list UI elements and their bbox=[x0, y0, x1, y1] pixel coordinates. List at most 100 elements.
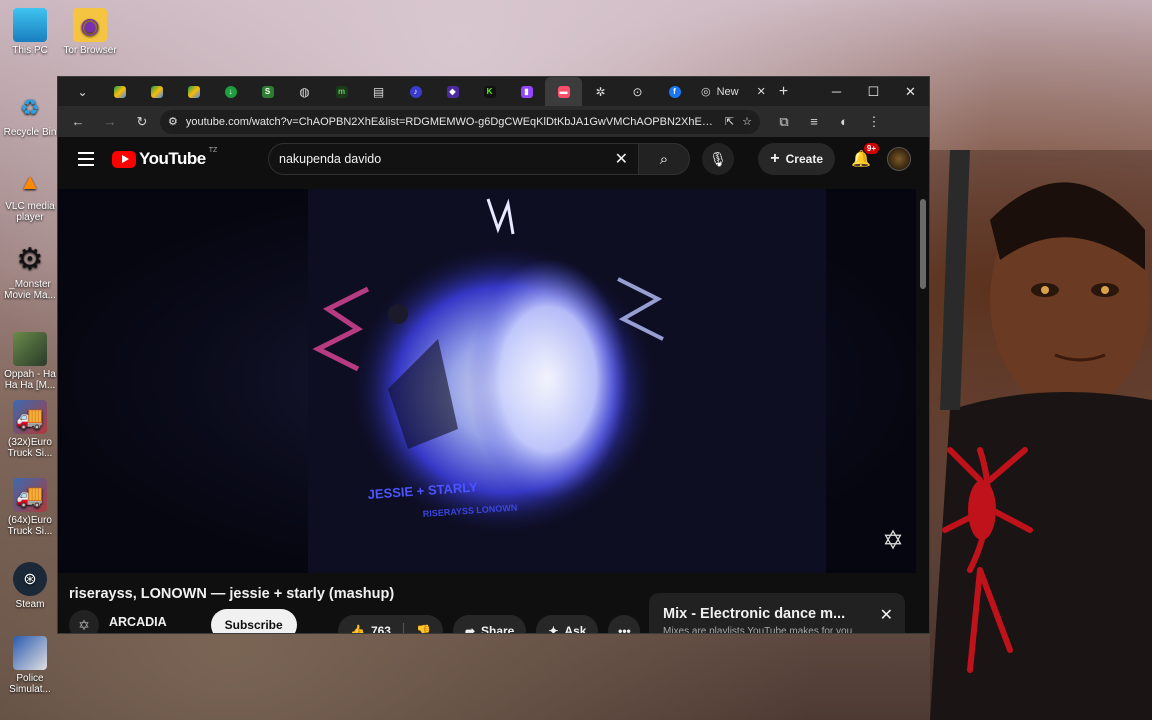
desktop-icon-monster-movie[interactable]: ⚙ _Monster Movie Ma... bbox=[0, 242, 60, 301]
extensions-icon[interactable]: ⧉ bbox=[770, 110, 798, 134]
search-bar: nakupenda davido ✕ ⌕ 🎙 bbox=[268, 143, 734, 175]
voice-search-button[interactable]: 🎙 bbox=[702, 143, 734, 175]
scrollbar-thumb[interactable] bbox=[920, 199, 926, 289]
recycle-bin-icon: ♻ bbox=[20, 94, 40, 120]
channel-name[interactable]: ARCADIA bbox=[109, 615, 167, 629]
install-app-icon[interactable]: ⇱ bbox=[725, 115, 734, 128]
desktop-icon-police-sim[interactable]: Police Simulat... bbox=[0, 636, 60, 695]
desktop-icon-label: Steam bbox=[15, 599, 45, 610]
desktop-icon-label: (32x)Euro Truck Si... bbox=[7, 437, 53, 459]
youtube-logo[interactable]: YouTube TZ bbox=[112, 147, 218, 169]
desktop-icon-recycle-bin[interactable]: ♻ Recycle Bin bbox=[0, 90, 60, 138]
tab-lens[interactable]: ⊙ bbox=[619, 77, 656, 106]
tab-new[interactable]: ◎ New ✕ bbox=[693, 77, 766, 106]
new-tab-button[interactable]: + bbox=[765, 77, 802, 106]
youtube-play-icon bbox=[112, 150, 136, 168]
account-avatar[interactable] bbox=[887, 147, 911, 171]
channel-watermark-icon[interactable]: ✡ bbox=[878, 525, 908, 555]
desktop-icon-oppah[interactable]: Oppah - Ha Ha Ha [M... bbox=[0, 332, 60, 391]
header-actions: + Create 🔔 9+ bbox=[758, 143, 911, 175]
create-button[interactable]: + Create bbox=[758, 143, 835, 175]
forward-button[interactable]: → bbox=[96, 110, 124, 134]
minimize-button[interactable]: ─ bbox=[818, 77, 855, 106]
desktop-icon-vlc[interactable]: ▲ VLC media player bbox=[0, 164, 60, 223]
like-count: 763 bbox=[370, 624, 391, 634]
tab-title: New bbox=[716, 85, 739, 98]
tab-download[interactable]: ↓ bbox=[212, 77, 249, 106]
like-dislike-group: 👍 763 👎 bbox=[338, 615, 443, 634]
search-button[interactable]: ⌕ bbox=[638, 143, 690, 175]
tab-search-button[interactable]: ⌄ bbox=[64, 77, 101, 106]
omnibox[interactable]: ⚙ youtube.com/watch?v=ChAOPBN2XhE&list=R… bbox=[160, 109, 760, 134]
tab-extension[interactable]: ✲ bbox=[582, 77, 619, 106]
mix-playlist-panel[interactable]: Mix - Electronic dance m... Mixes are pl… bbox=[649, 593, 905, 634]
notifications-button[interactable]: 🔔 9+ bbox=[845, 143, 879, 175]
media-control-icon[interactable]: ≡ bbox=[800, 110, 828, 134]
more-actions-button[interactable]: ••• bbox=[608, 615, 641, 633]
video-player[interactable]: JESSIE + STARLY RISERAYSS LONOWN bbox=[58, 189, 916, 573]
youtube-wordmark: YouTube bbox=[139, 149, 206, 168]
channel-avatar[interactable]: ✡ bbox=[69, 610, 99, 633]
menu-kebab-icon[interactable]: ⋮ bbox=[860, 110, 888, 134]
close-mix-icon[interactable]: ✕ bbox=[880, 605, 893, 625]
folder-icon: ◉ bbox=[73, 8, 107, 42]
tab-twitch[interactable]: ▮ bbox=[508, 77, 545, 106]
search-query[interactable]: nakupenda davido bbox=[279, 152, 381, 166]
tab-strip: ⌄ ↓ S ◍ m ▤ ♪ ◆ K ▮ ▬ ✲ ⊙ f ◎ New ✕ + ─ … bbox=[58, 77, 929, 106]
desktop-icon-tor-browser[interactable]: ◉ Tor Browser bbox=[60, 8, 120, 56]
tab-drive-1[interactable] bbox=[101, 77, 138, 106]
tab-proton[interactable]: ◆ bbox=[434, 77, 471, 106]
thumbs-down-icon: 👎 bbox=[415, 624, 431, 634]
desktop-icon-label: This PC bbox=[12, 45, 48, 56]
tab-kick[interactable]: K bbox=[471, 77, 508, 106]
sparkle-icon: ✦ bbox=[548, 624, 559, 634]
tab-youtube-active[interactable]: ▬ bbox=[545, 77, 582, 106]
tab-podcast[interactable]: ♪ bbox=[397, 77, 434, 106]
desktop-icon-label: Oppah - Ha Ha Ha [M... bbox=[4, 369, 56, 391]
thumbs-up-icon: 👍 bbox=[350, 624, 365, 634]
bookmark-star-icon[interactable]: ☆ bbox=[742, 115, 752, 128]
tab-news[interactable]: ▤ bbox=[360, 77, 397, 106]
close-window-button[interactable]: ✕ bbox=[892, 77, 929, 106]
drive-icon bbox=[113, 85, 126, 98]
dislike-button[interactable]: 👎 bbox=[404, 615, 443, 634]
lens-icon: ⊙ bbox=[632, 84, 643, 99]
search-input[interactable]: nakupenda davido ✕ bbox=[268, 143, 638, 175]
share-arrow-icon: ➦ bbox=[464, 624, 475, 634]
mix-subtitle: Mixes are playlists YouTube makes for yo… bbox=[663, 626, 853, 634]
video-title: riserayss, LONOWN — jessie + starly (mas… bbox=[69, 586, 395, 602]
tab-ms[interactable]: m bbox=[323, 77, 360, 106]
desktop-icon-euro-truck-32[interactable]: 🚚 (32x)Euro Truck Si... bbox=[0, 400, 60, 459]
url-text[interactable]: youtube.com/watch?v=ChAOPBN2XhE&list=RDG… bbox=[186, 116, 717, 128]
tab-st[interactable]: S bbox=[249, 77, 286, 106]
download-icon: ↓ bbox=[224, 85, 237, 98]
wallpaper-character bbox=[930, 150, 1152, 720]
maximize-button[interactable]: ☐ bbox=[855, 77, 892, 106]
globe-icon: ◍ bbox=[299, 84, 310, 99]
back-button[interactable]: ← bbox=[64, 110, 92, 134]
profile-icon[interactable]: ◐ bbox=[830, 110, 858, 134]
truck-icon: 🚚 bbox=[13, 478, 47, 512]
truck-icon: 🚚 bbox=[13, 400, 47, 434]
tab-facebook[interactable]: f bbox=[656, 77, 693, 106]
desktop-icon-this-pc[interactable]: This PC bbox=[0, 8, 60, 56]
site-info-icon[interactable]: ⚙ bbox=[168, 115, 178, 128]
chevron-down-icon: ⌄ bbox=[77, 84, 88, 99]
proton-icon: ◆ bbox=[446, 85, 459, 98]
tab-globe[interactable]: ◍ bbox=[286, 77, 323, 106]
hamburger-menu-button[interactable] bbox=[66, 152, 106, 166]
clear-search-icon[interactable]: ✕ bbox=[615, 149, 628, 169]
ask-button[interactable]: ✦ Ask bbox=[536, 615, 599, 634]
desktop-icon-steam[interactable]: ⊛ Steam bbox=[0, 562, 60, 610]
desktop-icon-label: Police Simulat... bbox=[9, 673, 51, 695]
subscribe-button[interactable]: Subscribe bbox=[210, 609, 297, 633]
reload-button[interactable]: ↻ bbox=[128, 110, 156, 134]
like-button[interactable]: 👍 763 bbox=[338, 615, 403, 634]
share-button[interactable]: ➦ Share bbox=[452, 615, 527, 634]
steam-icon: ⊛ bbox=[13, 562, 47, 596]
desktop-icon-euro-truck-64[interactable]: 🚚 (64x)Euro Truck Si... bbox=[0, 478, 60, 537]
region-code: TZ bbox=[208, 147, 218, 154]
tab-drive-3[interactable] bbox=[175, 77, 212, 106]
tab-drive-2[interactable] bbox=[138, 77, 175, 106]
page-scrollbar[interactable] bbox=[920, 189, 926, 633]
